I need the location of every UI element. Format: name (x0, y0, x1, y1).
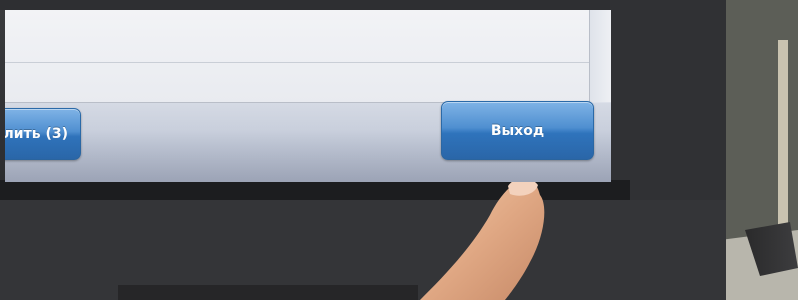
bezel-right-edge (610, 0, 726, 200)
scrollbar-track[interactable] (590, 10, 611, 102)
exit-button-label: Выход (490, 122, 545, 139)
content-panel (5, 10, 590, 103)
exit-button[interactable]: Выход (441, 101, 594, 160)
background-pole (778, 40, 788, 240)
row-divider (5, 62, 589, 63)
touch-screen: лить (3) Выход (5, 10, 611, 182)
partial-action-button[interactable]: лить (3) (5, 108, 81, 160)
partial-action-label: лить (3) (5, 126, 68, 142)
monitor-base-grille (118, 285, 418, 300)
